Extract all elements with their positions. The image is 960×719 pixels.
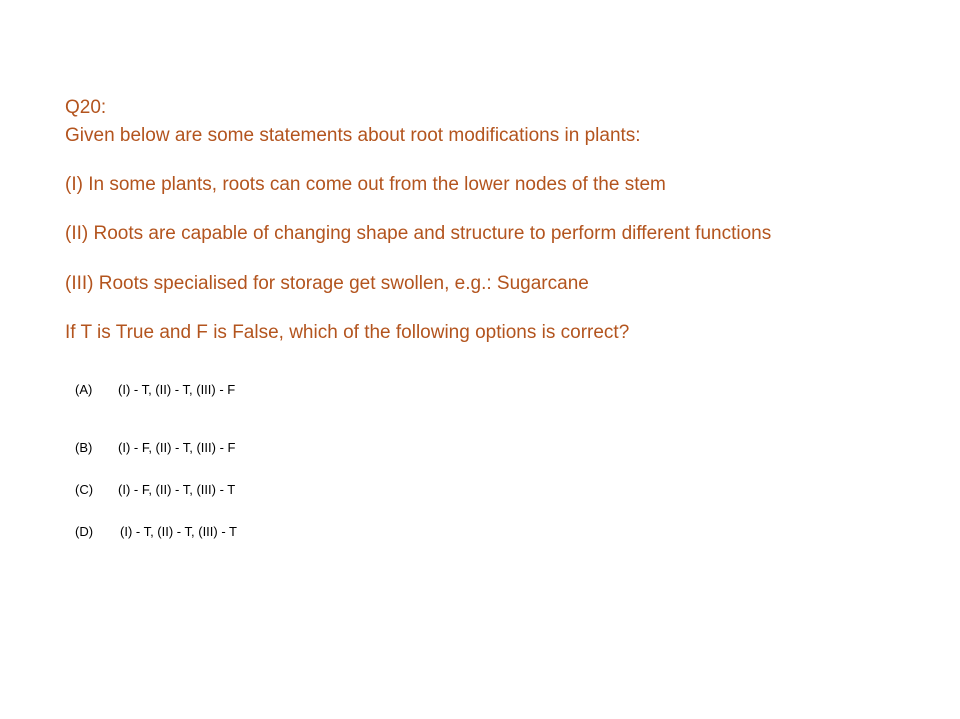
option-text: (I) - T, (II) - T, (III) - T	[120, 524, 237, 539]
option-b[interactable]: (B) (I) - F, (II) - T, (III) - F	[75, 440, 235, 456]
option-letter: (B)	[75, 440, 93, 455]
statement-1: (I) In some plants, roots can come out f…	[65, 174, 666, 195]
statement-3: (III) Roots specialised for storage get …	[65, 273, 589, 294]
statement-2: (II) Roots are capable of changing shape…	[65, 223, 772, 244]
option-d[interactable]: (D) (I) - T, (II) - T, (III) - T	[75, 524, 237, 540]
option-c[interactable]: (C) (I) - F, (II) - T, (III) - T	[75, 482, 235, 498]
option-letter: (C)	[75, 482, 94, 497]
option-letter: (A)	[75, 382, 93, 397]
question-prompt: If T is True and F is False, which of th…	[65, 322, 630, 343]
option-a[interactable]: (A) (I) - T, (II) - T, (III) - F	[75, 382, 235, 398]
option-letter: (D)	[75, 524, 94, 539]
question-intro: Given below are some statements about ro…	[65, 125, 641, 146]
option-text: (I) - F, (II) - T, (III) - F	[118, 440, 236, 455]
option-text: (I) - F, (II) - T, (III) - T	[118, 482, 236, 497]
question-number: Q20:	[65, 97, 107, 118]
option-text: (I) - T, (II) - T, (III) - F	[118, 382, 236, 397]
